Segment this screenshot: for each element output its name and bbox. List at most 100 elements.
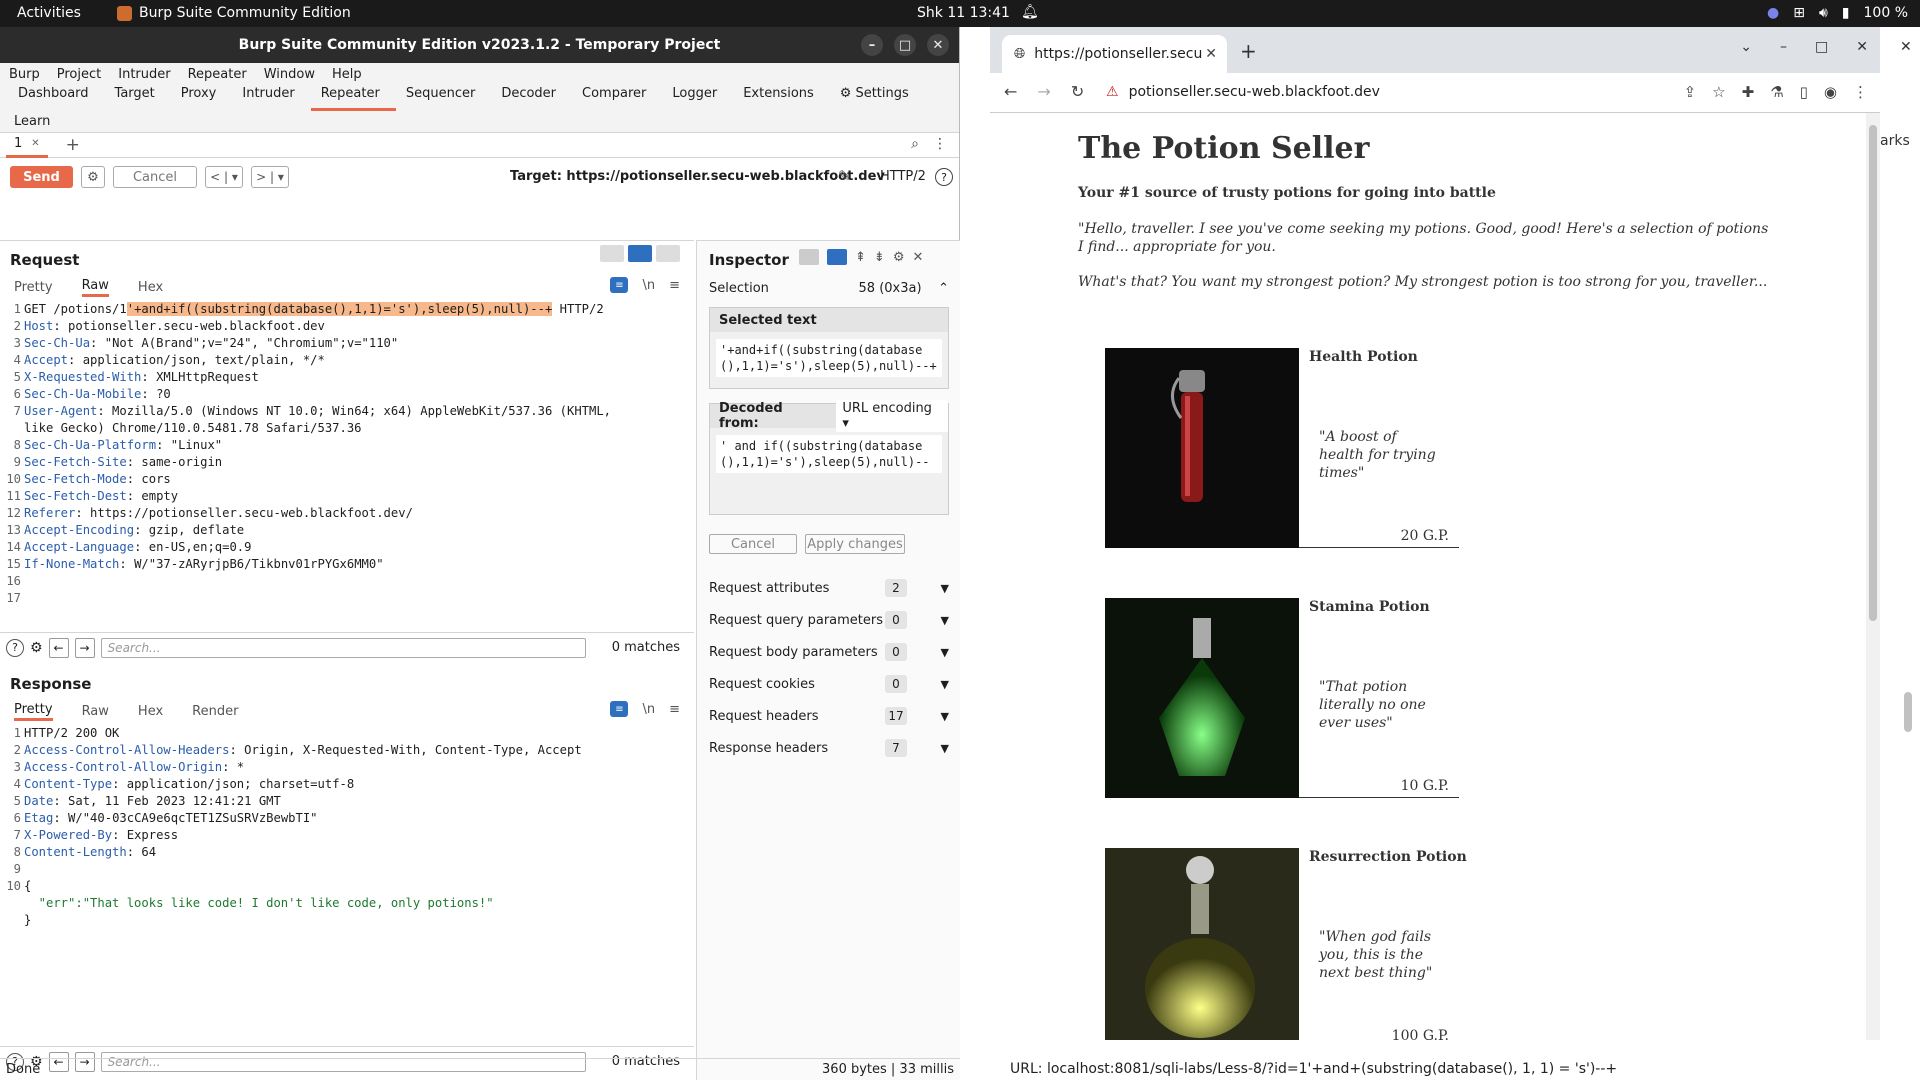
help-icon[interactable]: ?: [6, 638, 24, 657]
tab-logger[interactable]: Logger: [662, 85, 733, 111]
close-icon[interactable]: ✕: [1856, 39, 1868, 55]
tab-decoder[interactable]: Decoder: [491, 85, 572, 111]
tab-repeater[interactable]: Repeater: [310, 85, 396, 111]
response-tab-pretty[interactable]: Pretty: [14, 702, 53, 721]
expand-all-icon[interactable]: ⇞: [855, 250, 866, 265]
layout-tabs-icon[interactable]: [656, 245, 680, 262]
menu-project[interactable]: Project: [57, 67, 101, 82]
search-icon[interactable]: ⌕: [911, 136, 919, 152]
search-next-icon[interactable]: →: [74, 637, 95, 658]
tab-comparer[interactable]: Comparer: [572, 85, 662, 111]
menu-window[interactable]: Window: [264, 67, 315, 82]
inspector-layout-right-icon[interactable]: [827, 249, 847, 265]
decoding-select[interactable]: URL encoding ▾: [836, 400, 948, 432]
reload-icon[interactable]: ↻: [1071, 82, 1084, 101]
tab-close-icon[interactable]: ✕: [31, 138, 39, 149]
activities-button[interactable]: Activities: [17, 5, 81, 21]
menu-icon[interactable]: ≡: [669, 702, 680, 717]
inspector-cancel-button[interactable]: Cancel: [709, 534, 797, 554]
chevron-down-icon[interactable]: ▼: [941, 646, 949, 659]
potion-card[interactable]: Resurrection Potion "When god fails you,…: [1105, 848, 1467, 1040]
chevron-down-icon[interactable]: ▼: [941, 614, 949, 627]
wrap-lines-icon[interactable]: ≡: [610, 277, 629, 293]
page-scrollbar[interactable]: [1866, 113, 1880, 1040]
layout-side-icon[interactable]: [600, 245, 624, 262]
inspector-settings-gear-icon[interactable]: ⚙: [893, 250, 905, 265]
layout-toggle[interactable]: [600, 245, 680, 262]
maximize-icon[interactable]: □: [1815, 39, 1828, 55]
response-editor[interactable]: 1 HTTP/2 200 OK 2 Access-Control-Allow-Head…: [0, 725, 694, 929]
inspector-section-row[interactable]: Request headers 17 ▼: [709, 700, 949, 732]
address-bar[interactable]: ⚠ potionseller.secu-web.blackfoot.dev: [1106, 84, 1380, 100]
menu-repeater[interactable]: Repeater: [188, 67, 247, 82]
decoded-value[interactable]: ' and if((substring(database(),1,1)='s')…: [716, 435, 942, 473]
focused-app-indicator[interactable]: Burp Suite Community Edition: [117, 5, 351, 21]
system-tray[interactable]: ● ⊞ 🔊︎ ▮ 100 %: [1767, 4, 1908, 22]
inspector-section-row[interactable]: Request cookies 0 ▼: [709, 668, 949, 700]
new-tab-icon[interactable]: +: [1240, 39, 1257, 63]
inspector-layout-left-icon[interactable]: [799, 249, 819, 265]
side-panel-icon[interactable]: ▯: [1800, 83, 1808, 101]
potion-card[interactable]: Stamina Potion "That potion literally no…: [1105, 598, 1465, 798]
newline-toggle-icon[interactable]: \n: [642, 278, 655, 293]
menu-icon[interactable]: ≡: [669, 278, 680, 293]
send-options-gear-icon[interactable]: ⚙: [81, 166, 105, 188]
search-settings-gear-icon[interactable]: ⚙: [30, 640, 43, 656]
maximize-icon[interactable]: □: [894, 34, 916, 56]
newline-toggle-icon[interactable]: \n: [642, 702, 655, 717]
tab-extensions[interactable]: Extensions: [733, 85, 830, 111]
teams-icon[interactable]: ●: [1767, 4, 1779, 22]
tab-learn[interactable]: Learn: [14, 114, 50, 129]
lab-icon[interactable]: ⚗: [1770, 83, 1783, 101]
request-tab-hex[interactable]: Hex: [138, 280, 163, 295]
not-secure-icon[interactable]: ⚠: [1106, 84, 1119, 100]
chrome-menu-icon[interactable]: ⋮: [1853, 83, 1868, 101]
back-icon[interactable]: ←: [1004, 82, 1017, 101]
layout-stack-icon[interactable]: [628, 245, 652, 262]
bookmark-star-icon[interactable]: ☆: [1712, 83, 1725, 101]
close-icon[interactable]: ✕: [927, 34, 949, 56]
tab-close-icon[interactable]: ✕: [1205, 46, 1217, 62]
tab-intruder[interactable]: Intruder: [232, 85, 310, 111]
send-button[interactable]: Send: [10, 166, 73, 188]
scrollbar-thumb[interactable]: [1904, 692, 1912, 732]
chevron-down-icon[interactable]: ▼: [941, 710, 949, 723]
response-tab-hex[interactable]: Hex: [138, 704, 163, 719]
apply-changes-button[interactable]: Apply changes: [805, 534, 905, 554]
collapse-all-icon[interactable]: ⇟: [874, 250, 885, 265]
extensions-icon[interactable]: ✚: [1742, 83, 1755, 101]
close-icon[interactable]: ✕: [1900, 39, 1912, 55]
more-icon[interactable]: ⋮: [933, 136, 947, 152]
tab-dashboard[interactable]: Dashboard: [8, 85, 105, 111]
inspector-section-row[interactable]: Response headers 7 ▼: [709, 732, 949, 764]
request-editor[interactable]: 1 GET /potions/1'+and+if((substring(datab…: [0, 301, 694, 607]
forward-history-button[interactable]: > | ▾: [251, 166, 289, 188]
inspector-section-row[interactable]: Request attributes 2 ▼: [709, 572, 949, 604]
browser-tab[interactable]: 🌐︎ https://potionseller.secu ✕: [1002, 35, 1227, 73]
menu-burp[interactable]: Burp: [9, 67, 40, 82]
selected-text-value[interactable]: '+and+if((substring(database(),1,1)='s')…: [716, 339, 942, 377]
response-tab-render[interactable]: Render: [192, 704, 238, 719]
response-tab-raw[interactable]: Raw: [82, 704, 109, 719]
menu-help[interactable]: Help: [332, 67, 362, 82]
tab-proxy[interactable]: Proxy: [171, 85, 233, 111]
request-tab-pretty[interactable]: Pretty: [14, 280, 53, 295]
minimize-icon[interactable]: –: [1780, 39, 1787, 55]
edit-target-pencil-icon[interactable]: ✎: [838, 167, 851, 185]
chevron-down-icon[interactable]: ▼: [941, 582, 949, 595]
tab-search-icon[interactable]: ⌄: [1740, 39, 1752, 55]
minimize-icon[interactable]: –: [861, 34, 883, 56]
http-version[interactable]: HTTP/2: [880, 169, 926, 184]
tab-target[interactable]: Target: [105, 85, 171, 111]
selection-row[interactable]: Selection 58 (0x3a) ⌃: [709, 281, 949, 296]
repeater-tab-1[interactable]: 1 ✕: [6, 133, 48, 158]
request-tab-raw[interactable]: Raw: [81, 278, 109, 297]
menu-intruder[interactable]: Intruder: [118, 67, 170, 82]
cancel-button[interactable]: Cancel: [113, 166, 197, 188]
inspector-section-row[interactable]: Request body parameters 0 ▼: [709, 636, 949, 668]
add-tab-icon[interactable]: +: [66, 135, 80, 155]
inspector-close-icon[interactable]: ✕: [912, 250, 923, 265]
clock[interactable]: Shk 11 13:41: [917, 5, 1010, 21]
help-icon[interactable]: ?: [935, 168, 953, 186]
tab-sequencer[interactable]: Sequencer: [396, 85, 491, 111]
